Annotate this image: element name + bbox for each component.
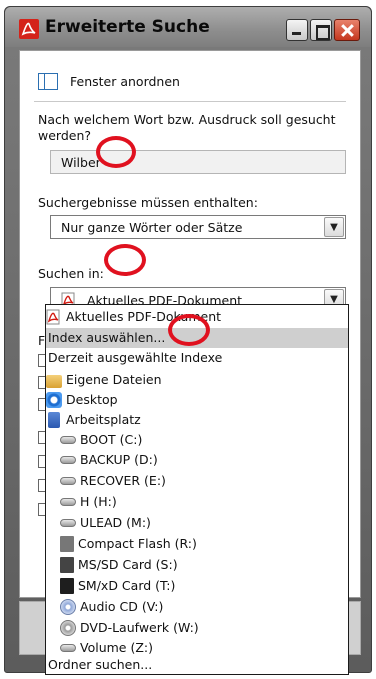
list-item[interactable]: MS/SD Card (S:) xyxy=(46,555,348,575)
list-item[interactable]: DVD-Laufwerk (W:) xyxy=(46,618,348,638)
divider xyxy=(34,101,346,102)
list-item[interactable]: RECOVER (E:) xyxy=(46,471,348,491)
title-bar[interactable]: Erweiterte Suche xyxy=(5,7,371,47)
sd-card-icon xyxy=(60,557,74,573)
list-item[interactable]: Ordner suchen... xyxy=(46,655,348,675)
results-label: Suchergebnisse müssen enthalten: xyxy=(38,195,258,210)
arrange-windows-link[interactable]: Fenster anordnen xyxy=(38,71,180,91)
list-item[interactable]: Eigene Dateien xyxy=(46,370,348,390)
close-button[interactable] xyxy=(334,19,360,41)
search-question-label: Nach welchem Wort bzw. Ausdruck soll ges… xyxy=(38,112,336,143)
list-item[interactable]: Desktop xyxy=(46,390,348,410)
list-item[interactable]: Arbeitsplatz xyxy=(46,410,348,430)
list-item[interactable]: H (H:) xyxy=(46,492,348,512)
drive-icon xyxy=(60,477,76,485)
drive-icon xyxy=(60,436,76,444)
maximize-button[interactable] xyxy=(310,19,332,41)
search-term-input[interactable]: Wilber xyxy=(50,150,346,174)
arrange-windows-label: Fenster anordnen xyxy=(70,73,180,89)
drive-icon xyxy=(60,456,76,464)
list-item[interactable]: ULEAD (M:) xyxy=(46,513,348,533)
annotation-circle xyxy=(104,244,146,276)
list-item[interactable]: SM/xD Card (T:) xyxy=(46,576,348,596)
acrobat-icon xyxy=(19,19,39,39)
window-title: Erweiterte Suche xyxy=(45,17,210,37)
pdf-icon xyxy=(46,309,62,325)
search-in-dropdown-list[interactable]: Aktuelles PDF-Dokument Index auswählen..… xyxy=(45,304,349,675)
dvd-drive-icon xyxy=(60,620,76,636)
drive-icon xyxy=(60,498,76,506)
folder-icon xyxy=(46,374,62,388)
compact-flash-icon xyxy=(60,536,74,552)
list-item[interactable]: BOOT (C:) xyxy=(46,430,348,450)
annotation-circle xyxy=(96,136,136,168)
search-in-label: Suchen in: xyxy=(38,266,104,281)
chevron-down-icon[interactable]: ▼ xyxy=(324,217,344,237)
results-option-select[interactable]: Nur ganze Wörter oder Sätze ▼ xyxy=(50,215,346,239)
list-item[interactable]: BACKUP (D:) xyxy=(46,450,348,470)
sm-card-icon xyxy=(60,578,74,594)
list-item[interactable]: Compact Flash (R:) xyxy=(46,534,348,554)
computer-icon xyxy=(48,412,60,428)
results-selected-value: Nur ganze Wörter oder Sätze xyxy=(61,220,243,235)
list-item[interactable]: Audio CD (V:) xyxy=(46,597,348,617)
arrange-windows-icon xyxy=(38,72,58,90)
minimize-button[interactable] xyxy=(286,19,308,41)
audio-cd-icon xyxy=(60,599,76,615)
list-item[interactable]: Derzeit ausgewählte Indexe xyxy=(46,348,348,368)
desktop-icon xyxy=(46,392,62,408)
drive-icon xyxy=(60,519,76,527)
drive-icon xyxy=(60,644,76,652)
annotation-circle xyxy=(168,314,210,346)
